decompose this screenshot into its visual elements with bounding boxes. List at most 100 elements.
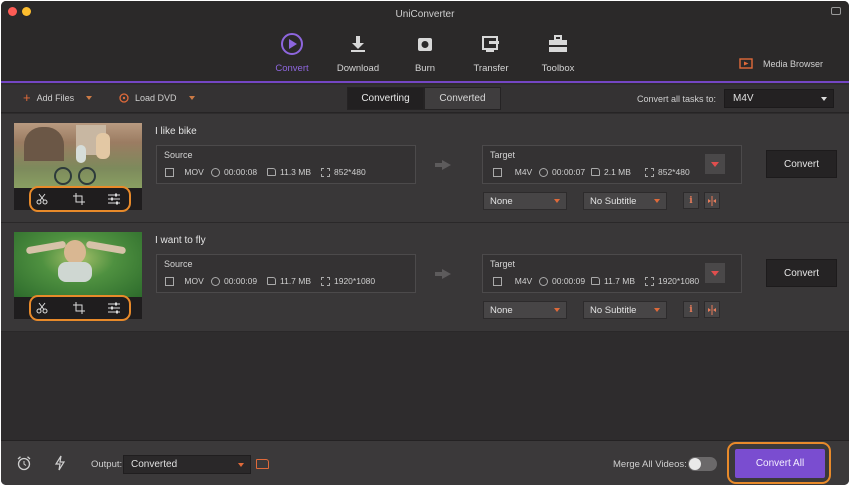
target-format-dropdown[interactable] [705, 154, 725, 174]
nav-transfer-label: Transfer [473, 63, 509, 74]
folder-icon [267, 277, 276, 285]
source-duration: 00:00:08 [211, 167, 257, 177]
chevron-down-icon[interactable] [188, 96, 195, 100]
split-icon [708, 195, 716, 206]
target-format: M4V [493, 276, 532, 286]
target-size: 2.1 MB [591, 167, 631, 177]
tab-converting[interactable]: Converting [347, 87, 424, 110]
scissors-icon[interactable] [36, 193, 48, 205]
target-label: Target [490, 259, 516, 269]
chevron-down-icon [654, 199, 660, 203]
app-title: UniConverter [395, 9, 455, 20]
film-icon [493, 276, 502, 286]
target-label: Target [490, 150, 516, 160]
audio-track-select[interactable]: None [483, 301, 567, 319]
split-button[interactable] [704, 192, 720, 209]
source-label: Source [164, 259, 193, 269]
lightning-icon[interactable] [52, 455, 68, 471]
chevron-down-icon [821, 97, 827, 101]
target-resolution: 1920*1080 [645, 276, 699, 286]
film-icon [165, 167, 174, 177]
target-info[interactable]: Target M4V 00:00:09 11.7 MB 1920*1080 [482, 254, 742, 293]
subtitle-select[interactable]: No Subtitle [583, 301, 667, 319]
output-folder-value: Converted [131, 459, 178, 470]
info-button[interactable]: i [683, 301, 699, 318]
target-format-dropdown[interactable] [705, 263, 725, 283]
target-duration: 00:00:07 [539, 167, 585, 177]
target-format: M4V [493, 167, 532, 177]
download-icon [345, 31, 371, 57]
source-size: 11.3 MB [267, 167, 311, 177]
video-thumbnail[interactable] [14, 232, 142, 297]
convert-all-format-select[interactable]: M4V [724, 89, 834, 108]
tab-group: Converting Converted [347, 87, 501, 110]
resolution-icon [645, 276, 654, 286]
audio-track-value: None [490, 304, 513, 316]
task-title[interactable]: I like bike [155, 126, 197, 137]
output-folder-select[interactable]: Converted [123, 455, 251, 474]
info-button[interactable]: i [683, 192, 699, 209]
split-icon [708, 304, 716, 315]
folder-icon [591, 168, 600, 176]
chevron-down-icon [654, 308, 660, 312]
chevron-down-icon [554, 199, 560, 203]
audio-track-select[interactable]: None [483, 192, 567, 210]
subtitle-value: No Subtitle [590, 304, 637, 316]
nav-convert-label: Convert [275, 63, 309, 74]
effects-sliders-icon[interactable] [108, 302, 120, 314]
target-info[interactable]: Target M4V 00:00:07 2.1 MB 852*480 [482, 145, 742, 184]
nav-transfer[interactable]: Transfer [461, 31, 521, 74]
tab-converted[interactable]: Converted [424, 87, 501, 110]
subtitle-value: No Subtitle [590, 195, 637, 207]
convert-all-format-value: M4V [733, 93, 754, 104]
split-button[interactable] [704, 301, 720, 318]
nav-toolbox[interactable]: Toolbox [528, 31, 588, 74]
open-folder-icon[interactable] [256, 459, 269, 469]
clock-icon [539, 276, 548, 286]
crop-icon[interactable] [73, 193, 85, 205]
convert-all-button[interactable]: Convert All [735, 449, 825, 478]
convert-button[interactable]: Convert [766, 259, 837, 287]
load-dvd-button[interactable]: Load DVD [119, 93, 195, 103]
convert-button[interactable]: Convert [766, 150, 837, 178]
chevron-down-icon [554, 308, 560, 312]
chat-icon[interactable] [831, 7, 841, 15]
subtitle-select[interactable]: No Subtitle [583, 192, 667, 210]
burn-icon [412, 31, 438, 57]
source-resolution: 1920*1080 [321, 276, 375, 286]
nav-burn-label: Burn [414, 63, 436, 74]
nav-toolbox-label: Toolbox [541, 63, 575, 74]
title-bar: UniConverter Convert Download Burn Trans… [1, 1, 849, 83]
chevron-down-icon[interactable] [86, 96, 93, 100]
scissors-icon[interactable] [36, 302, 48, 314]
alarm-clock-icon[interactable] [16, 455, 32, 471]
nav-convert[interactable]: Convert [262, 31, 322, 74]
convert-all-tasks-label: Convert all tasks to: [637, 94, 717, 104]
crop-icon[interactable] [73, 302, 85, 314]
dvd-icon [119, 93, 129, 103]
chevron-down-icon [711, 270, 719, 276]
source-info: Source MOV 00:00:08 11.3 MB 852*480 [156, 145, 416, 184]
video-thumbnail[interactable] [14, 123, 142, 188]
app-window: UniConverter Convert Download Burn Trans… [1, 1, 849, 485]
source-label: Source [164, 150, 193, 160]
audio-track-value: None [490, 195, 513, 207]
media-browser-button[interactable]: Media Browser [739, 58, 823, 69]
convert-icon [279, 31, 305, 57]
plus-icon: + [23, 90, 31, 105]
info-icon: i [689, 304, 693, 315]
task-title[interactable]: I want to fly [155, 235, 206, 246]
add-files-button[interactable]: + Add Files [23, 90, 93, 105]
nav-burn[interactable]: Burn [395, 31, 455, 74]
source-duration: 00:00:09 [211, 276, 257, 286]
film-icon [165, 276, 174, 286]
add-files-label: Add Files [36, 93, 75, 103]
secondary-toolbar: + Add Files Load DVD Converting Converte… [1, 85, 849, 113]
nav-download[interactable]: Download [328, 31, 388, 74]
folder-icon [591, 277, 600, 285]
resolution-icon [321, 167, 330, 177]
task-row: I want to fly Source MOV 00:00:09 11.7 M… [1, 223, 849, 332]
merge-all-videos-toggle[interactable] [688, 457, 717, 471]
chevron-down-icon [238, 463, 244, 467]
effects-sliders-icon[interactable] [108, 193, 120, 205]
